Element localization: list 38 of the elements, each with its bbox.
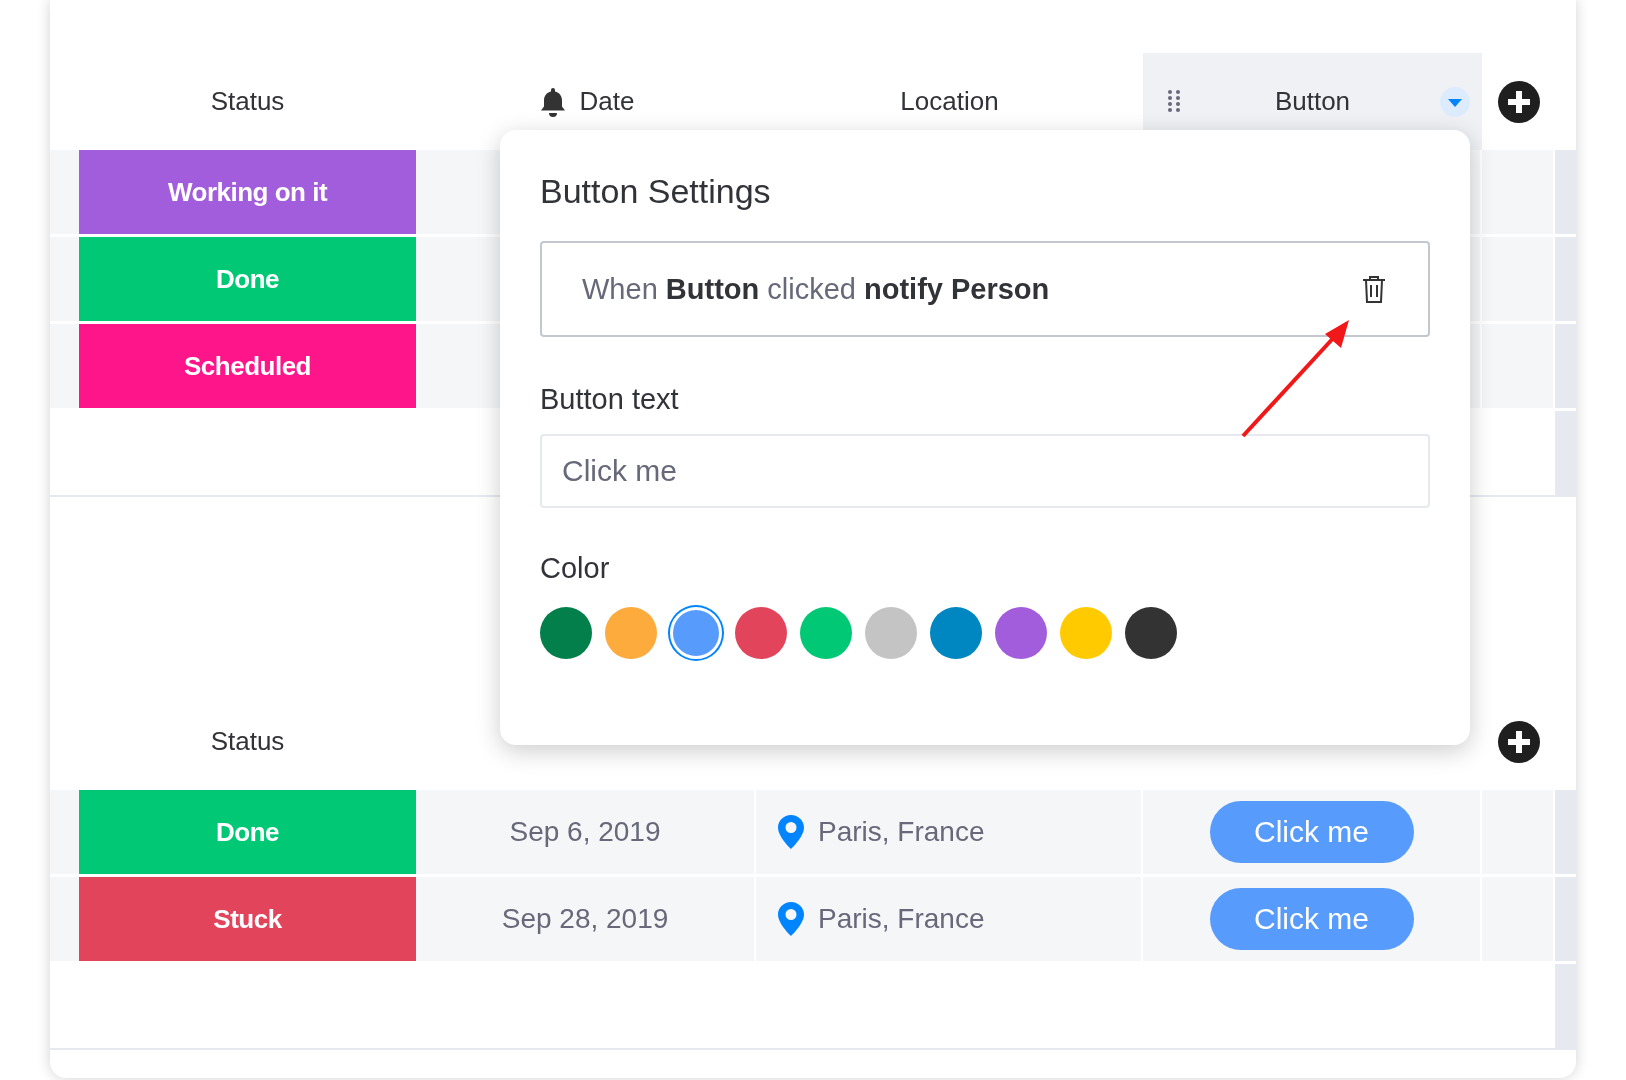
color-swatch[interactable] (605, 607, 657, 659)
column-header: Status (210, 86, 285, 117)
column-header: Date (579, 86, 635, 117)
date-text: Sep 28, 2019 (501, 903, 669, 935)
status-label[interactable]: Done (79, 790, 416, 874)
status-label[interactable]: Working on it (79, 150, 416, 234)
location-text: Paris, France (818, 903, 985, 935)
trash-icon[interactable] (1360, 274, 1388, 304)
click-me-button[interactable]: Click me (1209, 888, 1414, 950)
rule-text: When Button clicked notify Person (582, 272, 1050, 306)
popover-title: Button Settings (540, 172, 772, 211)
color-swatch[interactable] (865, 607, 917, 659)
color-swatch[interactable] (995, 607, 1047, 659)
location-pin-icon (776, 814, 806, 850)
drag-handle-icon (1167, 89, 1181, 113)
color-swatch[interactable] (670, 607, 722, 659)
column-header: Status (210, 726, 285, 757)
dropdown-caret-icon[interactable] (1440, 87, 1470, 117)
color-swatch[interactable] (735, 607, 787, 659)
column-header: Button (1274, 86, 1351, 117)
field-label: Button text (540, 383, 680, 416)
column-header: Location (900, 86, 999, 117)
add-column-icon[interactable] (1497, 720, 1540, 763)
color-swatch[interactable] (540, 607, 592, 659)
color-swatch[interactable] (800, 607, 852, 659)
button-text-field[interactable]: Click me (540, 434, 1430, 508)
status-label[interactable]: Done (79, 237, 416, 321)
add-column-icon[interactable] (1497, 80, 1540, 123)
status-label[interactable]: Stuck (79, 877, 416, 961)
click-me-button[interactable]: Click me (1209, 801, 1414, 863)
status-label[interactable]: Scheduled (79, 324, 416, 408)
color-swatch[interactable] (930, 607, 982, 659)
color-swatch[interactable] (1125, 607, 1177, 659)
color-swatch[interactable] (1060, 607, 1112, 659)
date-text: Sep 6, 2019 (509, 816, 661, 848)
location-text: Paris, France (818, 816, 985, 848)
location-pin-icon (776, 901, 806, 937)
field-label: Color (540, 552, 611, 585)
